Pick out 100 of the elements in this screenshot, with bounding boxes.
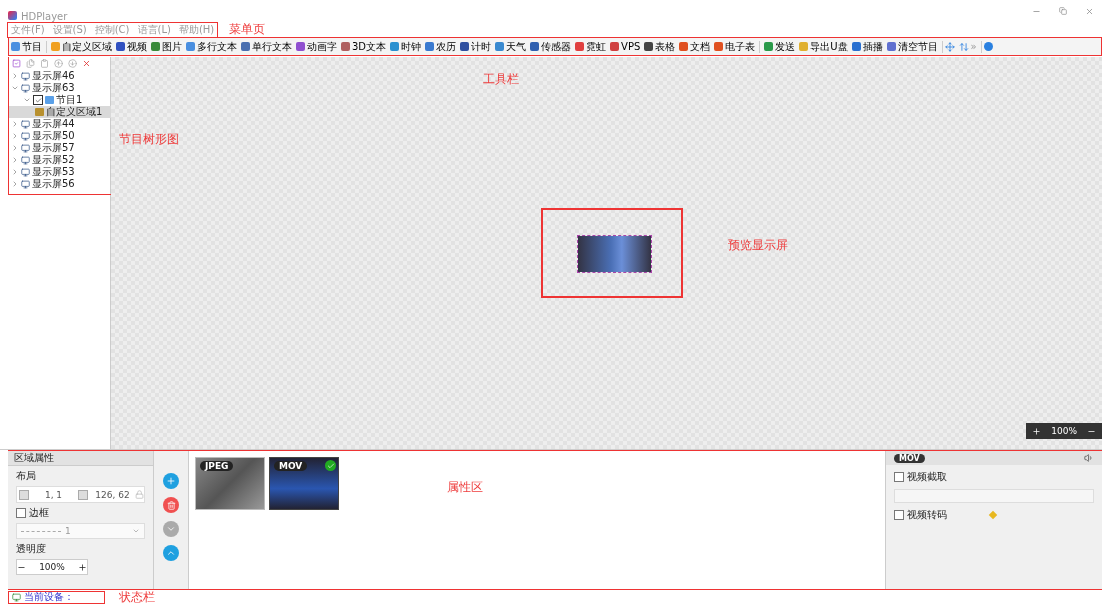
delete-icon[interactable] [82, 59, 91, 68]
option-checkbox[interactable]: 视频转码 [894, 508, 996, 522]
annotation-label: 工具栏 [483, 72, 519, 86]
tree-item[interactable]: 显示屏44 [9, 118, 113, 130]
toolbar-button[interactable]: 导出U盘 [797, 39, 850, 54]
panel-title: 区域属性 [8, 451, 153, 466]
vertical-arrows-icon[interactable] [958, 41, 969, 52]
plus-icon[interactable] [78, 562, 87, 572]
move-down-button[interactable] [163, 521, 179, 537]
border-checkbox[interactable]: 边框 [16, 506, 49, 520]
check-icon [325, 460, 336, 471]
tree-item[interactable]: 显示屏52 [9, 154, 113, 166]
caret-icon[interactable] [132, 527, 140, 535]
speaker-icon[interactable] [1084, 453, 1094, 463]
toolbar-button[interactable]: 清空节目 [884, 39, 940, 54]
toolbar-button[interactable]: 计时 [458, 39, 494, 54]
monitor-icon [21, 131, 30, 141]
tree-item[interactable]: 显示屏63 [9, 82, 113, 94]
field-label: 透明度 [15, 542, 47, 556]
toolbar-button[interactable]: VPS [608, 41, 643, 52]
chevron-icon[interactable] [11, 144, 19, 152]
toolbar-button[interactable]: 表格 [642, 39, 678, 54]
field-label: 布局 [15, 469, 37, 483]
chevron-icon[interactable] [11, 180, 19, 188]
input-field[interactable] [894, 489, 1094, 503]
toolbar-button[interactable]: 节目 [9, 39, 44, 54]
toolbar-button[interactable]: 图片 [149, 39, 184, 54]
chevron-down-icon [166, 524, 176, 534]
toolbar-button[interactable]: 发送 [762, 39, 798, 54]
restore-icon[interactable] [1059, 6, 1067, 15]
annotation-label: 菜单页 [229, 21, 266, 38]
tree-item[interactable]: 显示屏56 [9, 178, 113, 190]
check-all-icon[interactable] [12, 59, 21, 68]
checkbox[interactable] [33, 95, 43, 105]
toolbar-button[interactable]: 视频 [114, 39, 149, 54]
move-up-icon[interactable] [54, 59, 63, 68]
tree-item[interactable]: 显示屏53 [9, 166, 113, 178]
toolbar-button[interactable]: 时钟 [388, 39, 424, 54]
chevron-icon[interactable] [11, 168, 19, 176]
annotation-label: 属性区 [447, 480, 483, 494]
window-title: HDPlayer [21, 11, 68, 22]
chevron-icon[interactable] [11, 156, 19, 164]
toolbar-button[interactable]: 单行文本 [239, 39, 294, 54]
status-item: 当前设备： [8, 590, 105, 604]
zoom-control[interactable]: 100% [1026, 423, 1102, 439]
tree-item[interactable]: 节目1 [9, 94, 113, 106]
toolbar-button[interactable]: 动画字 [294, 39, 339, 54]
toolbar-button[interactable]: 多行文本 [184, 39, 239, 54]
option-checkbox[interactable]: 视频截取 [894, 470, 947, 484]
monitor-icon [21, 167, 30, 177]
chevron-icon[interactable] [11, 120, 19, 128]
monitor-icon [21, 155, 30, 165]
annotation-label: 状态栏 [119, 588, 155, 604]
toolbar-button[interactable]: 自定义区域 [49, 39, 114, 54]
copy-icon[interactable] [26, 59, 35, 68]
monitor-icon [21, 83, 30, 93]
add-button[interactable] [163, 473, 179, 489]
monitor-icon [21, 143, 30, 153]
toolbar-button[interactable]: 霓虹 [573, 39, 609, 54]
layout-field[interactable]: 1, 1 126, 62 [16, 486, 145, 503]
move-down-icon[interactable] [68, 59, 77, 68]
area-icon [35, 108, 44, 116]
format-badge: MOV [894, 453, 925, 463]
move-icon[interactable] [944, 41, 955, 52]
toolbar-button[interactable]: 天气 [493, 39, 529, 54]
lock-icon[interactable] [135, 490, 144, 499]
plus-icon [166, 476, 176, 486]
media-thumbnail[interactable]: MOV [269, 457, 339, 510]
chevron-up-icon [166, 548, 176, 558]
toolbar-button[interactable]: 电子表 [712, 39, 758, 54]
toolbar-button[interactable]: 插播 [849, 39, 885, 54]
paste-icon[interactable] [40, 59, 49, 68]
program-icon [45, 96, 54, 104]
plus-icon[interactable] [1032, 426, 1042, 436]
media-thumbnail[interactable]: JPEG [195, 457, 265, 510]
chevron-icon[interactable] [11, 132, 19, 140]
tree-item[interactable]: 显示屏50 [9, 130, 113, 142]
chevron-icon[interactable] [11, 84, 19, 92]
monitor-icon [21, 179, 30, 189]
move-up-button[interactable] [163, 545, 179, 561]
toolbar-button[interactable]: 农历 [423, 39, 459, 54]
app-icon [8, 11, 17, 20]
close-icon[interactable] [1085, 6, 1094, 16]
toolbar-button[interactable]: 文档 [677, 39, 713, 54]
annotation-label: 预览显示屏 [728, 238, 788, 252]
device-icon [12, 592, 21, 602]
chevron-icon[interactable] [23, 96, 31, 104]
dashed-line-icon [21, 530, 61, 532]
screen-preview[interactable] [578, 236, 651, 272]
monitor-icon [21, 71, 30, 81]
tree-item[interactable]: 显示屏46 [9, 70, 113, 82]
opacity-stepper[interactable]: 100% [16, 559, 88, 575]
tree-item[interactable]: 显示屏57 [9, 142, 113, 154]
toolbar-button[interactable]: 传感器 [528, 39, 574, 54]
delete-button[interactable] [163, 497, 179, 513]
annotation-label: 节目树形图 [119, 132, 179, 146]
chevron-icon[interactable] [11, 72, 19, 80]
toolbar-button[interactable]: 3D文本 [339, 39, 389, 54]
trash-icon [166, 500, 176, 510]
tree-item[interactable]: 自定义区域1 [9, 106, 113, 118]
